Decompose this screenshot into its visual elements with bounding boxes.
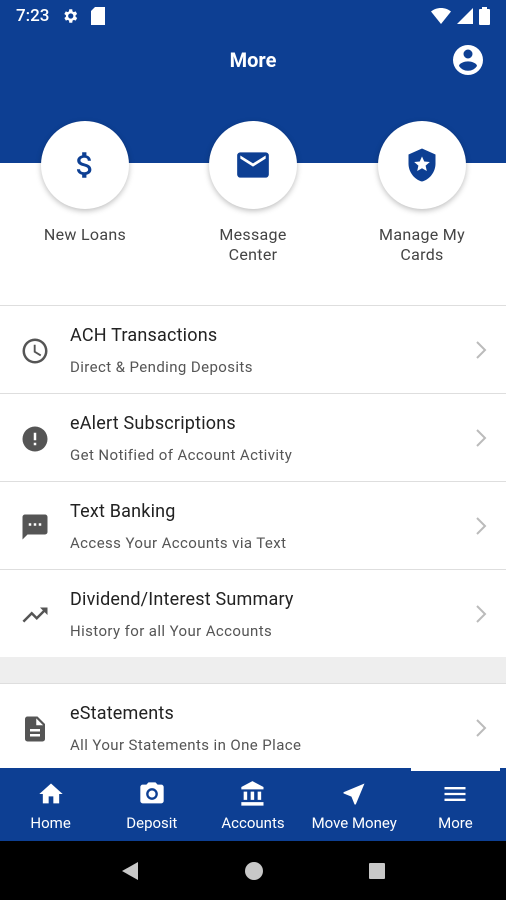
home-icon [38, 783, 63, 804]
sms-icon [22, 514, 48, 540]
chevron-right-icon [476, 341, 487, 359]
menu-item-subtitle: All Your Statements in One Place [70, 736, 302, 754]
wifi-icon [431, 8, 451, 24]
system-nav-bar [0, 841, 506, 900]
bank-icon [241, 781, 264, 806]
recents-icon[interactable] [368, 862, 386, 880]
quick-action-label: Message Center [219, 225, 287, 264]
document-icon [25, 716, 45, 742]
new-loans-button[interactable]: New Loans [5, 121, 165, 245]
quick-actions: New Loans Message Center Manage My Cards [0, 121, 506, 305]
status-time: 7:23 [16, 6, 50, 26]
nav-accounts[interactable]: Accounts [202, 768, 303, 841]
quick-action-label: New Loans [43, 225, 127, 244]
page-title: More [229, 48, 277, 72]
mail-icon [237, 152, 269, 178]
sd-card-icon [91, 7, 106, 25]
menu-item-dividend-summary[interactable]: Dividend/Interest Summary History for al… [0, 570, 506, 658]
chevron-right-icon [476, 605, 487, 623]
nav-move-money[interactable]: Move Money [304, 768, 405, 841]
nav-label: Accounts [221, 814, 285, 832]
menu-item-subtitle: History for all Your Accounts [70, 622, 273, 640]
dollar-icon [76, 152, 92, 178]
menu-list-secondary: eStatements All Your Statements in One P… [0, 683, 506, 772]
menu-item-title: eAlert Subscriptions [70, 413, 236, 434]
status-bar: 7:23 [0, 0, 506, 32]
bottom-nav: Home Deposit Accounts Move Money More [0, 768, 506, 841]
quick-action-circle [209, 121, 297, 209]
nav-more[interactable]: More [405, 768, 506, 841]
shield-star-icon [408, 148, 436, 182]
chevron-right-icon [476, 719, 487, 737]
menu-list: ACH Transactions Direct & Pending Deposi… [0, 305, 506, 658]
navigation-icon [343, 783, 365, 805]
menu-item-subtitle: Get Notified of Account Activity [70, 446, 293, 464]
menu-item-title: Dividend/Interest Summary [70, 589, 294, 610]
quick-action-label: Manage My Cards [379, 225, 465, 264]
trending-up-icon [22, 607, 48, 623]
message-center-button[interactable]: Message Center [173, 121, 333, 265]
nav-home[interactable]: Home [0, 768, 101, 841]
nav-label: More [438, 814, 473, 832]
chevron-right-icon [476, 517, 487, 535]
settings-icon [64, 9, 78, 23]
signal-icon [457, 8, 473, 24]
alert-icon [22, 426, 48, 452]
nav-label: Home [30, 814, 71, 832]
quick-action-circle [378, 121, 466, 209]
menu-item-ealert-subscriptions[interactable]: eAlert Subscriptions Get Notified of Acc… [0, 394, 506, 482]
menu-item-subtitle: Access Your Accounts via Text [70, 534, 287, 552]
section-divider [0, 657, 506, 683]
home-circle-icon[interactable] [244, 861, 264, 881]
nav-label: Move Money [311, 814, 397, 832]
menu-icon [444, 787, 466, 801]
menu-item-title: eStatements [70, 703, 174, 724]
clock-icon [22, 338, 48, 364]
battery-icon [479, 7, 490, 25]
nav-deposit[interactable]: Deposit [101, 768, 202, 841]
menu-item-title: Text Banking [70, 501, 176, 522]
quick-action-circle [41, 121, 129, 209]
manage-cards-button[interactable]: Manage My Cards [342, 121, 502, 265]
profile-button[interactable] [450, 42, 486, 78]
menu-item-title: ACH Transactions [70, 325, 218, 346]
camera-icon [140, 782, 164, 804]
menu-item-text-banking[interactable]: Text Banking Access Your Accounts via Te… [0, 482, 506, 570]
back-icon[interactable] [120, 860, 140, 882]
chevron-right-icon [476, 429, 487, 447]
account-circle-icon [453, 45, 483, 75]
menu-item-ach-transactions[interactable]: ACH Transactions Direct & Pending Deposi… [0, 306, 506, 394]
menu-item-estatements[interactable]: eStatements All Your Statements in One P… [0, 684, 506, 772]
menu-item-subtitle: Direct & Pending Deposits [70, 358, 253, 376]
nav-label: Deposit [126, 814, 178, 832]
